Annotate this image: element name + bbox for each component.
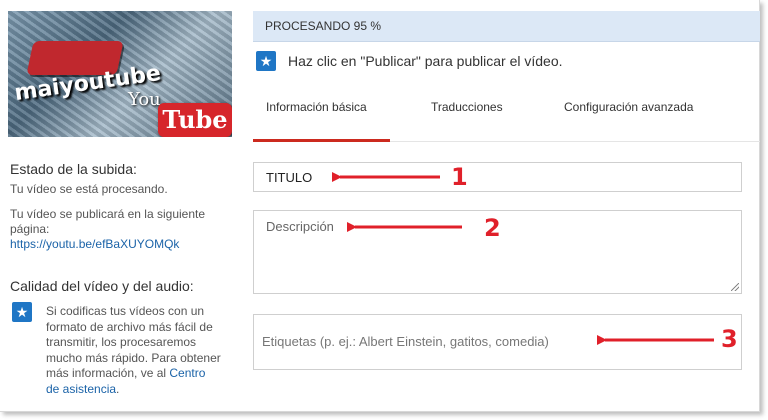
upload-panel: maiyoutube You Tube Estado de la subida:…: [0, 0, 760, 412]
annotation-number-3: 3: [721, 325, 738, 353]
annotation-arrows: [332, 172, 714, 345]
annotation-number-1: 1: [451, 163, 468, 191]
annotation-number-2: 2: [484, 214, 501, 242]
